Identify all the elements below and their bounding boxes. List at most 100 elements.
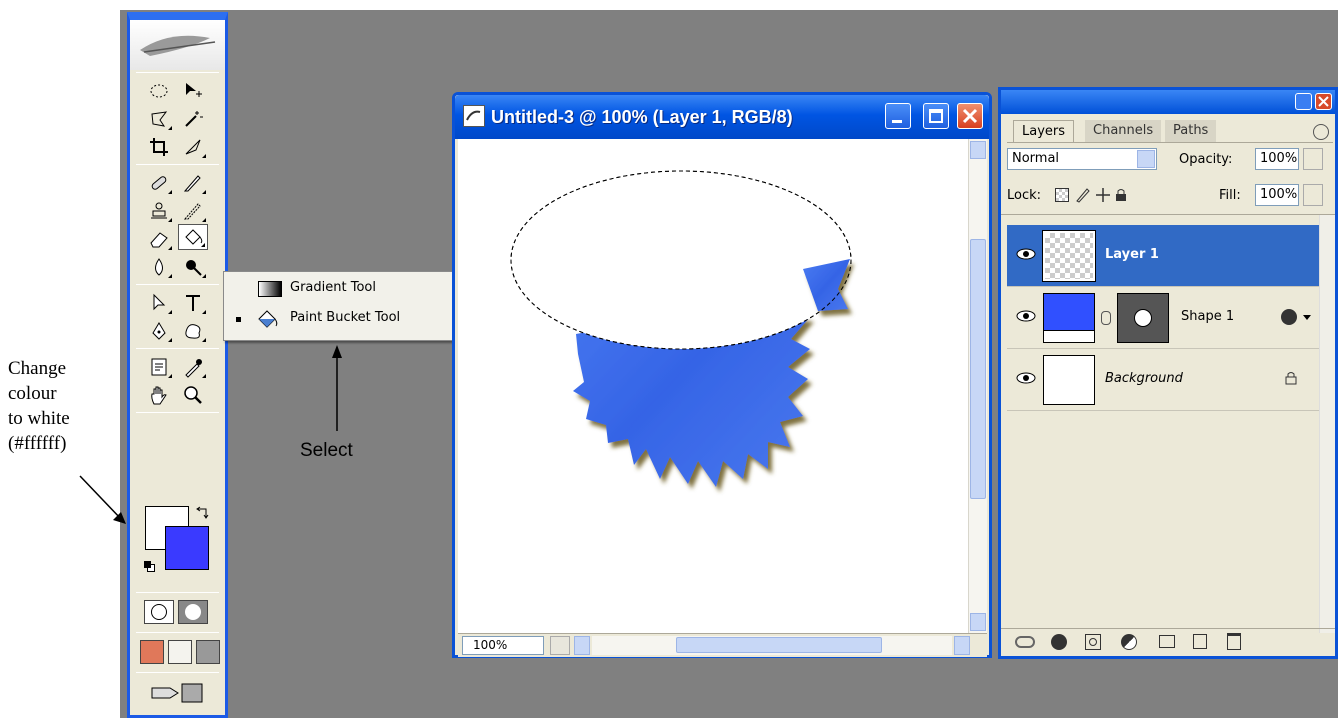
feather-logo: [130, 20, 225, 70]
gradient-tool-icon: [258, 281, 282, 297]
close-button[interactable]: [957, 103, 983, 129]
selected-bullet-icon: [236, 317, 241, 322]
opacity-input[interactable]: 100%: [1255, 148, 1299, 170]
add-layer-style-icon[interactable]: [1051, 634, 1067, 650]
lock-image-icon[interactable]: [1075, 187, 1091, 203]
toolbox-divider: [136, 348, 219, 349]
zoom-level-field[interactable]: 100%: [462, 636, 544, 655]
scroll-up-button[interactable]: [970, 141, 986, 159]
pen-tool-icon[interactable]: [144, 318, 174, 344]
layer-row-layer-1[interactable]: Layer 1: [1007, 225, 1333, 287]
vertical-scrollbar[interactable]: [968, 139, 987, 633]
swap-colors-icon[interactable]: [196, 504, 210, 519]
panel-close-button[interactable]: [1315, 93, 1332, 110]
delete-layer-icon[interactable]: [1227, 633, 1241, 650]
hscroll-left-button[interactable]: [574, 636, 590, 655]
panel-menu-icon[interactable]: [1313, 124, 1329, 140]
scroll-thumb[interactable]: [970, 239, 986, 499]
default-colors-icon[interactable]: [144, 561, 156, 573]
dodge-tool-icon[interactable]: [178, 254, 208, 280]
layers-scrollbar[interactable]: [1319, 215, 1335, 633]
healing-brush-tool-icon[interactable]: [144, 170, 174, 196]
layer-name: Shape 1: [1181, 309, 1235, 324]
maximize-button[interactable]: [923, 103, 949, 129]
fill-input[interactable]: 100%: [1255, 184, 1299, 206]
eye-icon[interactable]: [1015, 309, 1037, 323]
layers-panel-title-bar[interactable]: [1001, 90, 1335, 114]
layer-row-shape-1[interactable]: Shape 1: [1007, 287, 1333, 349]
toolbox-divider: [136, 632, 219, 633]
marquee-tool-icon[interactable]: [144, 78, 174, 104]
hand-tool-icon[interactable]: [144, 382, 174, 408]
type-tool-icon[interactable]: [178, 290, 208, 316]
chevron-down-icon[interactable]: [1303, 315, 1311, 320]
lock-all-icon[interactable]: [1115, 188, 1127, 202]
paint-bucket-icon: [256, 307, 280, 331]
background-color-swatch[interactable]: [165, 526, 209, 570]
blend-mode-select[interactable]: Normal: [1007, 148, 1157, 170]
document-window: Untitled-3 @ 100% (Layer 1, RGB/8) 100%: [452, 92, 992, 658]
flyout-item-gradient-tool[interactable]: Gradient Tool G: [224, 276, 488, 302]
tab-layers[interactable]: Layers: [1013, 120, 1075, 142]
tab-channels[interactable]: Channels: [1085, 120, 1162, 142]
magic-wand-tool-icon[interactable]: [178, 106, 208, 132]
new-group-icon[interactable]: [1159, 635, 1175, 648]
hscroll-right-button[interactable]: [954, 636, 970, 655]
slice-tool-icon[interactable]: [178, 134, 208, 160]
minimize-button[interactable]: [885, 103, 911, 129]
zoom-tool-icon[interactable]: [178, 382, 208, 408]
link-layers-icon[interactable]: [1015, 636, 1035, 648]
document-canvas[interactable]: [458, 139, 968, 633]
blend-opacity-row: Normal Opacity: 100%: [1007, 148, 1333, 174]
brush-tool-icon[interactable]: [178, 170, 208, 196]
lock-transparency-icon[interactable]: [1055, 188, 1069, 202]
full-screen-menu-mode-button[interactable]: [168, 640, 192, 664]
layers-panel: Layers Channels Paths Normal Opacity: 10…: [998, 87, 1338, 659]
document-icon: [463, 105, 485, 127]
eye-icon[interactable]: [1015, 247, 1037, 261]
flyout-item-paint-bucket-tool[interactable]: Paint Bucket Tool G: [224, 306, 488, 332]
standard-mode-button[interactable]: [144, 600, 174, 624]
horizontal-scrollbar[interactable]: [592, 636, 952, 655]
move-tool-icon[interactable]: [178, 78, 208, 104]
layer-row-background[interactable]: Background: [1007, 349, 1333, 411]
stamp-tool-icon[interactable]: [144, 198, 174, 224]
opacity-label: Opacity:: [1179, 152, 1233, 167]
new-layer-icon[interactable]: [1193, 634, 1207, 649]
paint-bucket-tool-icon[interactable]: [178, 224, 208, 250]
close-icon: [962, 108, 978, 124]
layer-effects-icon[interactable]: [1281, 309, 1297, 325]
lasso-tool-icon[interactable]: [144, 106, 174, 132]
quick-mask-mode-button[interactable]: [178, 600, 208, 624]
eyedropper-tool-icon[interactable]: [178, 354, 208, 380]
add-mask-icon[interactable]: [1085, 634, 1101, 650]
eye-icon[interactable]: [1015, 371, 1037, 385]
opacity-slider-button[interactable]: [1303, 148, 1323, 170]
crop-tool-icon[interactable]: [144, 134, 174, 160]
tab-paths[interactable]: Paths: [1165, 120, 1217, 142]
custom-shape-tool-icon[interactable]: [178, 318, 208, 344]
blur-tool-icon[interactable]: [144, 254, 174, 280]
lock-icon: [1285, 371, 1297, 385]
jump-to-imageready-icon[interactable]: [148, 680, 208, 706]
path-selection-tool-icon[interactable]: [144, 290, 174, 316]
layer-thumbnail: [1042, 230, 1096, 282]
full-screen-mode-button[interactable]: [196, 640, 220, 664]
standard-screen-mode-button[interactable]: [140, 640, 164, 664]
notes-tool-icon[interactable]: [144, 354, 174, 380]
new-fill-adjustment-layer-icon[interactable]: [1121, 634, 1137, 650]
flyout-item-label: Paint Bucket Tool: [290, 310, 401, 325]
status-menu-button[interactable]: [550, 636, 570, 655]
panel-minimize-button[interactable]: [1295, 93, 1312, 110]
hscroll-thumb[interactable]: [676, 637, 882, 653]
canvas-artwork: [510, 170, 852, 487]
eraser-tool-icon[interactable]: [144, 226, 174, 252]
status-bar: 100%: [458, 633, 987, 657]
close-icon: [1318, 96, 1329, 107]
document-title-bar[interactable]: Untitled-3 @ 100% (Layer 1, RGB/8): [455, 95, 989, 139]
scroll-down-button[interactable]: [970, 613, 986, 631]
history-brush-tool-icon[interactable]: [178, 198, 208, 224]
toolbox-divider: [136, 164, 219, 165]
fill-slider-button[interactable]: [1303, 184, 1323, 206]
lock-position-icon[interactable]: [1095, 187, 1111, 203]
